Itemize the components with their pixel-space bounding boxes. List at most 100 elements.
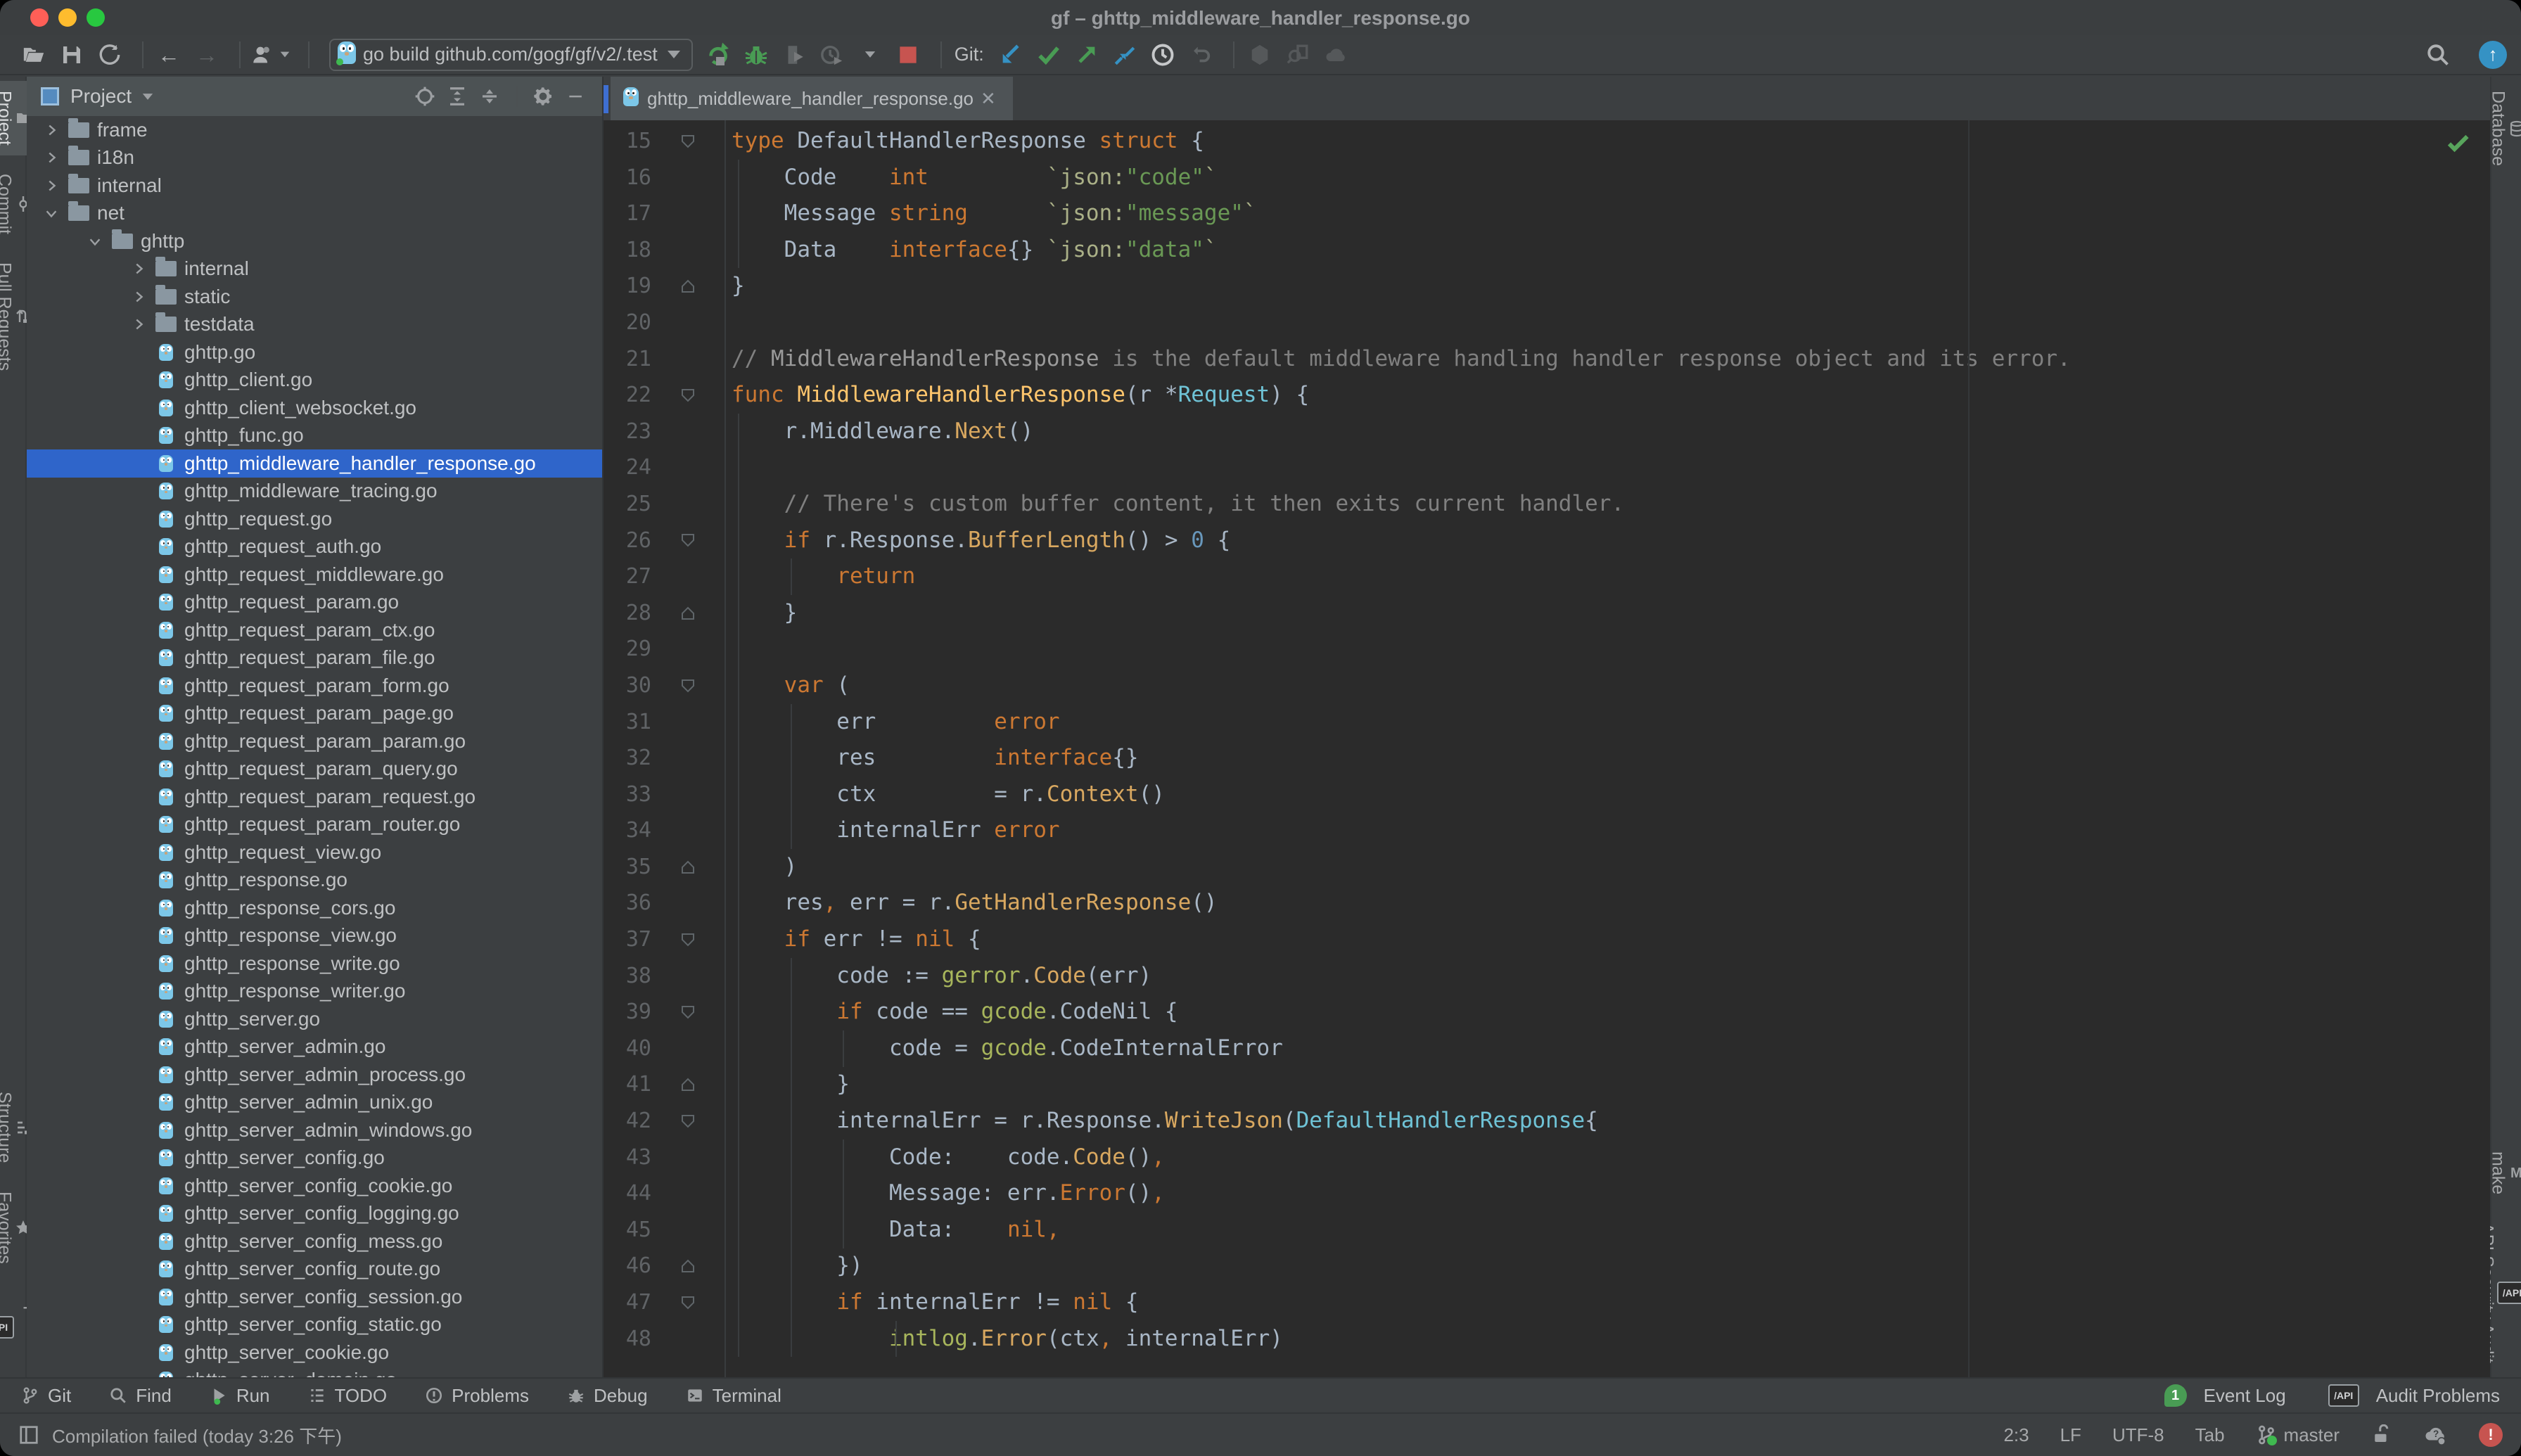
indent-style[interactable]: Tab — [2195, 1424, 2225, 1446]
run-configuration-select[interactable]: go build github.com/gogf/gf/v2/.test — [329, 39, 693, 71]
code-line-23[interactable]: 23 r.Middleware.Next() — [604, 414, 2490, 450]
fold-down-icon[interactable] — [651, 523, 725, 559]
fold-up-icon[interactable] — [651, 1066, 725, 1103]
tree-item-ghttp-request-auth-go[interactable]: ghttp_request_auth.go — [27, 533, 602, 561]
settings-gear-icon[interactable] — [528, 81, 559, 112]
toolwindow-layout-icon[interactable] — [18, 1424, 39, 1445]
code-line-46[interactable]: 46 }) — [604, 1248, 2490, 1284]
run-with-coverage-icon[interactable] — [779, 39, 810, 70]
code-line-21[interactable]: 21// MiddlewareHandlerResponse is the de… — [604, 341, 2490, 378]
tree-item-ghttp-server-config-static-go[interactable]: ghttp_server_config_static.go — [27, 1311, 602, 1339]
hexagon-icon[interactable] — [1244, 39, 1275, 70]
rerun-icon[interactable] — [703, 39, 734, 70]
code-line-15[interactable]: 15type DefaultHandlerResponse struct { — [604, 123, 2490, 160]
expand-all-icon[interactable] — [442, 81, 473, 112]
git-commit-icon[interactable] — [1033, 39, 1064, 70]
chevron-down-icon[interactable] — [82, 234, 108, 249]
code-line-20[interactable]: 20 — [604, 305, 2490, 341]
chevron-right-icon[interactable] — [125, 261, 152, 276]
tree-item-ghttp-server-cookie-go[interactable]: ghttp_server_cookie.go — [27, 1339, 602, 1367]
toolwindow-button-database[interactable]: Database — [2488, 81, 2521, 176]
code-line-16[interactable]: 16 Code int `json:"code"` — [604, 160, 2490, 196]
tree-item-ghttp-middleware-handler-response-go[interactable]: ghttp_middleware_handler_response.go — [27, 449, 602, 478]
code-line-31[interactable]: 31 err error — [604, 704, 2490, 741]
code-line-26[interactable]: 26 if r.Response.BufferLength() > 0 { — [604, 523, 2490, 559]
code-line-35[interactable]: 35 ) — [604, 849, 2490, 886]
code-line-22[interactable]: 22func MiddlewareHandlerResponse(r *Requ… — [604, 377, 2490, 414]
code-line-18[interactable]: 18 Data interface{} `json:"data"` — [604, 232, 2490, 269]
toolwindow-button-git[interactable]: Git — [21, 1385, 71, 1407]
fold-up-icon[interactable] — [651, 595, 725, 632]
tree-item-static[interactable]: static — [27, 283, 602, 311]
tree-item-ghttp-client-go[interactable]: ghttp_client.go — [27, 366, 602, 395]
tree-item-internal[interactable]: internal — [27, 172, 602, 200]
git-rollback-icon[interactable] — [1185, 39, 1216, 70]
code-line-43[interactable]: 43 Code: code.Code(), — [604, 1139, 2490, 1176]
tree-item-ghttp-request-param-form-go[interactable]: ghttp_request_param_form.go — [27, 672, 602, 700]
toolwindow-button-make[interactable]: Mmake — [2488, 1142, 2521, 1204]
code-line-45[interactable]: 45 Data: nil, — [604, 1212, 2490, 1249]
code-line-17[interactable]: 17 Message string `json:"message"` — [604, 196, 2490, 232]
caret-position[interactable]: 2:3 — [2003, 1424, 2029, 1446]
save-all-icon[interactable] — [56, 39, 87, 70]
user-profile-icon[interactable] — [250, 39, 291, 70]
tree-item-ghttp-server-admin-process-go[interactable]: ghttp_server_admin_process.go — [27, 1061, 602, 1089]
tree-item-ghttp-request-param-ctx-go[interactable]: ghttp_request_param_ctx.go — [27, 616, 602, 644]
hide-panel-icon[interactable]: − — [560, 81, 591, 112]
tree-item-ghttp-request-param-page-go[interactable]: ghttp_request_param_page.go — [27, 700, 602, 728]
fold-up-icon[interactable] — [651, 849, 725, 886]
lock-icon[interactable] — [2370, 1424, 2392, 1445]
fold-down-icon[interactable] — [651, 1284, 725, 1321]
code-line-33[interactable]: 33 ctx = r.Context() — [604, 777, 2490, 813]
chevron-right-icon[interactable] — [38, 122, 65, 138]
tab-ghttp-middleware-handler-response[interactable]: ghttp_middleware_handler_response.go ✕ — [611, 77, 1013, 120]
toolwindow-button-terminal[interactable]: Terminal — [686, 1385, 781, 1407]
code-line-47[interactable]: 47 if internalErr != nil { — [604, 1284, 2490, 1321]
cloud-settings-icon[interactable]: ? — [2423, 1422, 2448, 1448]
fold-up-icon[interactable] — [651, 1248, 725, 1284]
tree-item-ghttp-response-write-go[interactable]: ghttp_response_write.go — [27, 950, 602, 978]
stop-icon[interactable] — [893, 39, 924, 70]
tree-item-testdata[interactable]: testdata — [27, 311, 602, 339]
line-separator[interactable]: LF — [2060, 1424, 2081, 1446]
toolwindow-button-debug[interactable]: Debug — [567, 1385, 648, 1407]
close-icon[interactable]: ✕ — [981, 88, 996, 110]
chevron-right-icon[interactable] — [38, 150, 65, 165]
git-branch-widget[interactable]: master — [2256, 1424, 2340, 1446]
chevron-right-icon[interactable] — [125, 289, 152, 305]
code-line-42[interactable]: 42 internalErr = r.Response.WriteJson(De… — [604, 1103, 2490, 1139]
code-line-34[interactable]: 34 internalErr error — [604, 812, 2490, 849]
code-line-27[interactable]: 27 return — [604, 558, 2490, 595]
code-area[interactable]: 15type DefaultHandlerResponse struct {16… — [604, 120, 2490, 1377]
tree-item-ghttp-request-view-go[interactable]: ghttp_request_view.go — [27, 838, 602, 867]
error-notification-badge[interactable]: ! — [2479, 1423, 2503, 1447]
code-line-32[interactable]: 32 res interface{} — [604, 740, 2490, 777]
tree-item-ghttp-response-cors-go[interactable]: ghttp_response_cors.go — [27, 894, 602, 922]
tree-item-ghttp-server-config-go[interactable]: ghttp_server_config.go — [27, 1144, 602, 1173]
tree-item-ghttp-server-config-cookie-go[interactable]: ghttp_server_config_cookie.go — [27, 1172, 602, 1200]
tree-item-internal[interactable]: internal — [27, 255, 602, 283]
tree-item-ghttp-request-go[interactable]: ghttp_request.go — [27, 505, 602, 533]
git-update-icon[interactable] — [995, 39, 1026, 70]
tree-item-ghttp-request-param-request-go[interactable]: ghttp_request_param_request.go — [27, 783, 602, 811]
fold-down-icon[interactable] — [651, 921, 725, 958]
tree-item-ghttp-middleware-tracing-go[interactable]: ghttp_middleware_tracing.go — [27, 478, 602, 506]
locate-file-icon[interactable] — [409, 81, 440, 112]
update-available-icon[interactable]: ↑ — [2479, 41, 2507, 69]
code-line-48[interactable]: 48 intlog.Error(ctx, internalErr) — [604, 1321, 2490, 1358]
code-line-25[interactable]: 25 // There's custom buffer content, it … — [604, 486, 2490, 523]
fold-down-icon[interactable] — [651, 994, 725, 1030]
fold-down-icon[interactable] — [651, 1103, 725, 1139]
tree-item-ghttp-client-websocket-go[interactable]: ghttp_client_websocket.go — [27, 394, 602, 422]
code-line-37[interactable]: 37 if err != nil { — [604, 921, 2490, 958]
toolwindow-button-event-log[interactable]: 1Event Log — [2164, 1384, 2286, 1407]
toolwindow-button-find[interactable]: Find — [109, 1385, 172, 1407]
tree-item-ghttp-response-go[interactable]: ghttp_response.go — [27, 867, 602, 895]
code-line-24[interactable]: 24 — [604, 449, 2490, 486]
tree-item-ghttp-request-param-file-go[interactable]: ghttp_request_param_file.go — [27, 644, 602, 672]
code-line-44[interactable]: 44 Message: err.Error(), — [604, 1175, 2490, 1212]
run-dropdown-icon[interactable] — [855, 39, 886, 70]
tree-item-ghttp-server-admin-go[interactable]: ghttp_server_admin.go — [27, 1033, 602, 1061]
tree-item-ghttp[interactable]: ghttp — [27, 227, 602, 255]
tree-item-ghttp-server-go[interactable]: ghttp_server.go — [27, 1005, 602, 1033]
